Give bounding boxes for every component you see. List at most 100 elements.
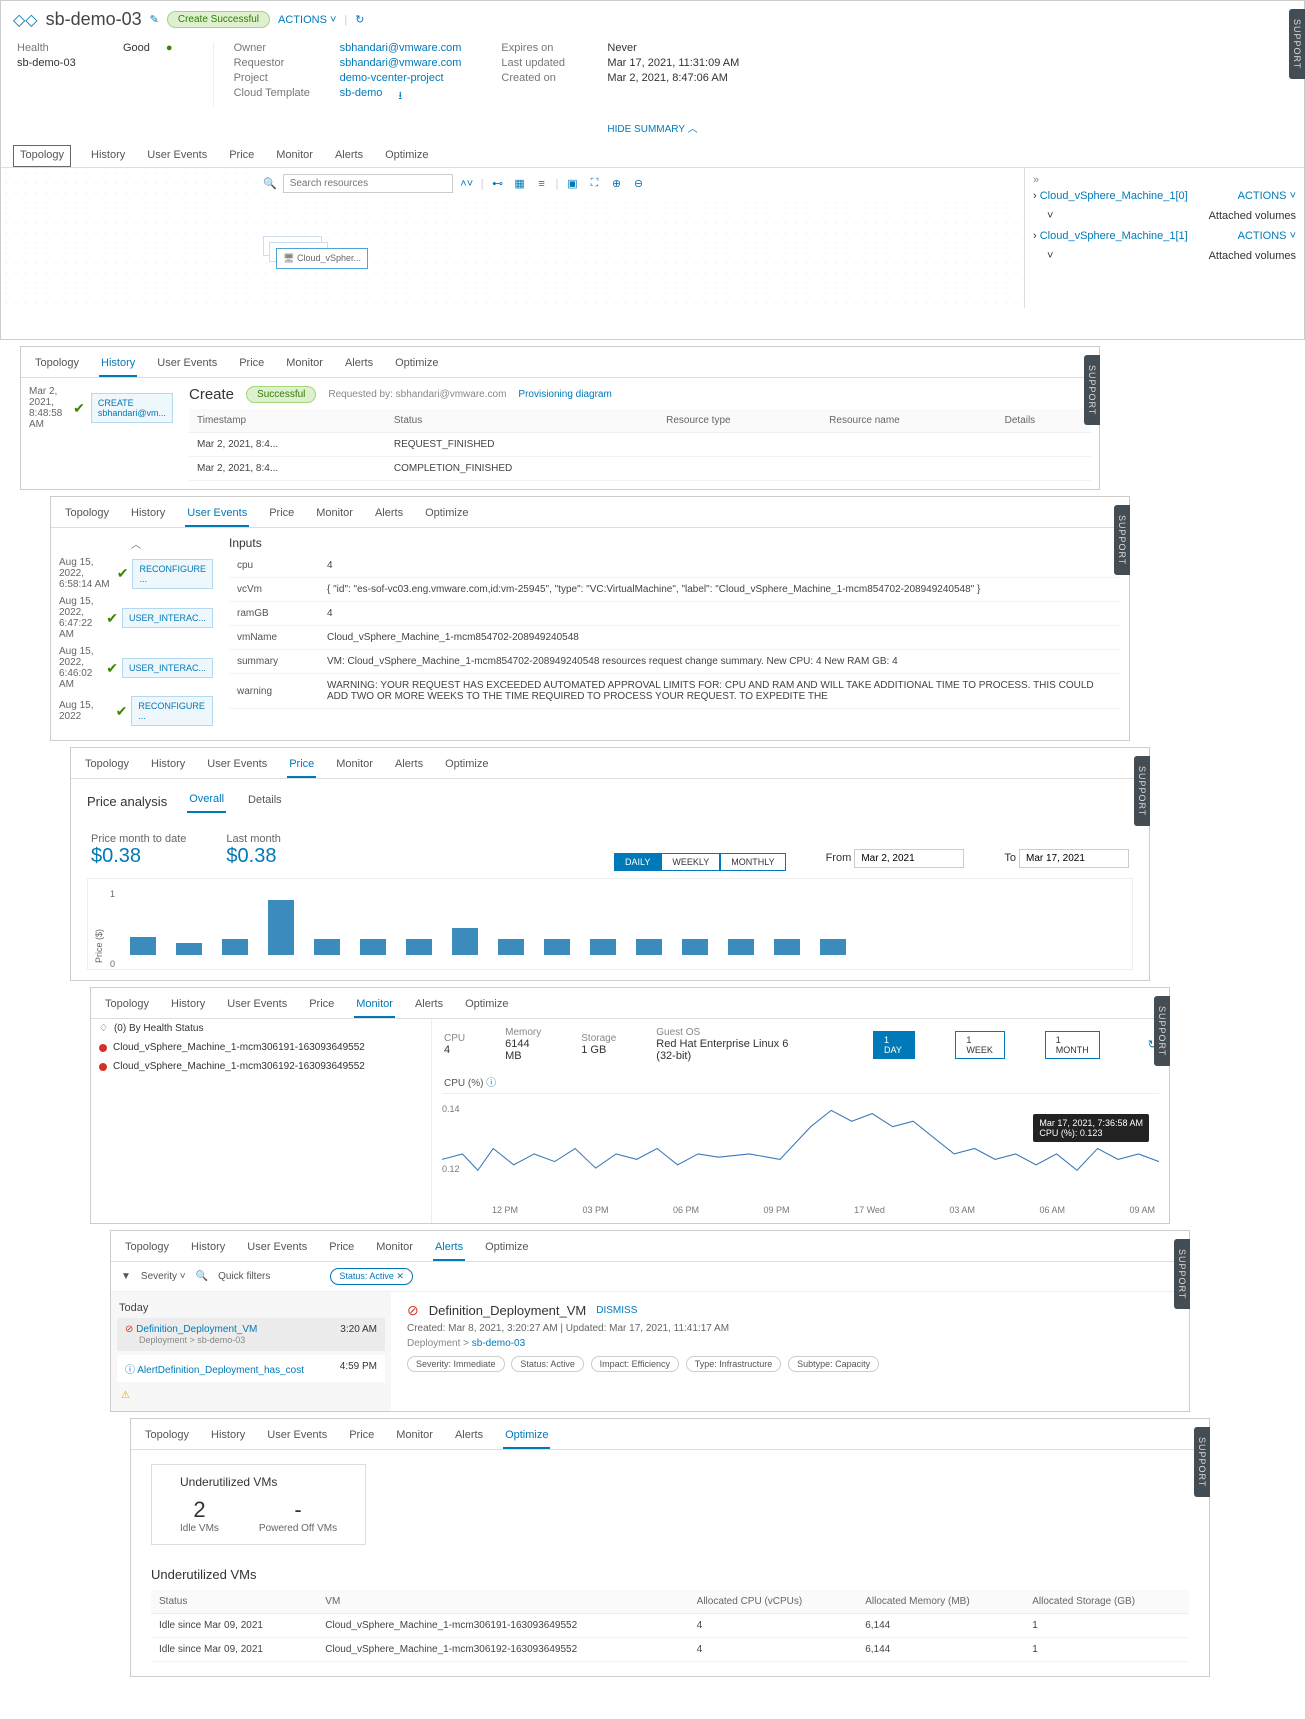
tree-item[interactable]: Cloud_vSphere_Machine_1[1]: [1040, 230, 1188, 242]
filter-icon[interactable]: ▼: [121, 1271, 131, 1282]
tab-optimize[interactable]: Optimize: [483, 1237, 530, 1261]
tab-monitor[interactable]: Monitor: [354, 994, 395, 1018]
quick-filters[interactable]: Quick filters: [218, 1271, 270, 1282]
chevron-up-down-icon[interactable]: ˄˅: [459, 178, 475, 190]
subtab-details[interactable]: Details: [246, 790, 284, 812]
tab-history[interactable]: History: [169, 994, 207, 1018]
tab-optimize[interactable]: Optimize: [443, 754, 490, 778]
tab-history[interactable]: History: [209, 1425, 247, 1449]
to-date-input[interactable]: [1019, 849, 1129, 868]
dismiss-button[interactable]: DISMISS: [596, 1305, 637, 1316]
tab-history[interactable]: History: [89, 145, 127, 167]
tab-alerts[interactable]: Alerts: [413, 994, 445, 1018]
tab-history[interactable]: History: [149, 754, 187, 778]
tab-optimize[interactable]: Optimize: [383, 145, 430, 167]
tab-optimize[interactable]: Optimize: [423, 503, 470, 527]
vm-list-item[interactable]: Cloud_vSphere_Machine_1-mcm306191-163093…: [91, 1038, 431, 1057]
support-tab[interactable]: SUPPORT: [1154, 996, 1170, 1066]
tab-monitor[interactable]: Monitor: [394, 1425, 435, 1449]
tab-price[interactable]: Price: [237, 353, 266, 377]
seg-weekly[interactable]: WEEKLY: [661, 853, 720, 871]
tab-user-events[interactable]: User Events: [225, 994, 289, 1018]
tab-alerts[interactable]: Alerts: [433, 1237, 465, 1261]
tab-topology[interactable]: Topology: [143, 1425, 191, 1449]
tree-group[interactable]: Attached volumes: [1209, 210, 1296, 222]
range-month[interactable]: 1 MONTH: [1045, 1031, 1100, 1059]
tab-optimize[interactable]: Optimize: [503, 1425, 550, 1449]
tab-history[interactable]: History: [129, 503, 167, 527]
tree-group[interactable]: Attached volumes: [1209, 250, 1296, 262]
tab-optimize[interactable]: Optimize: [393, 353, 440, 377]
edit-icon[interactable]: ✎: [150, 13, 159, 26]
actions-dropdown[interactable]: ACTIONS ˅: [278, 14, 336, 26]
collapse-tree-icon[interactable]: »: [1033, 174, 1296, 186]
graph-view-icon[interactable]: ⊷: [490, 177, 506, 190]
canvas-node[interactable]: 🖥 Cloud_vSpher...: [276, 248, 368, 269]
support-tab[interactable]: SUPPORT: [1134, 756, 1150, 826]
event-box[interactable]: RECONFIGURE ...: [131, 696, 213, 726]
tab-user-events[interactable]: User Events: [205, 754, 269, 778]
tab-monitor[interactable]: Monitor: [274, 145, 315, 167]
tab-optimize[interactable]: Optimize: [463, 994, 510, 1018]
support-tab[interactable]: SUPPORT: [1194, 1427, 1210, 1497]
template-link[interactable]: sb-demo: [340, 87, 383, 106]
subtab-overall[interactable]: Overall: [187, 789, 226, 813]
support-tab[interactable]: SUPPORT: [1114, 505, 1130, 575]
tab-user-events[interactable]: User Events: [265, 1425, 329, 1449]
tab-history[interactable]: History: [189, 1237, 227, 1261]
tab-topology[interactable]: Topology: [63, 503, 111, 527]
tab-alerts[interactable]: Alerts: [373, 503, 405, 527]
tab-price[interactable]: Price: [267, 503, 296, 527]
tab-topology[interactable]: Topology: [103, 994, 151, 1018]
status-filter-chip[interactable]: Status: Active ✕: [330, 1268, 413, 1285]
range-day[interactable]: 1 DAY: [873, 1031, 915, 1059]
fit-icon[interactable]: ▣: [564, 177, 580, 190]
tab-price[interactable]: Price: [327, 1237, 356, 1261]
event-box[interactable]: RECONFIGURE ...: [132, 559, 213, 589]
tab-topology[interactable]: Topology: [83, 754, 131, 778]
support-tab[interactable]: SUPPORT: [1084, 355, 1100, 425]
tab-price[interactable]: Price: [307, 994, 336, 1018]
alert-list-item[interactable]: ⊘ Definition_Deployment_VM3:20 AM Deploy…: [117, 1318, 385, 1351]
tab-alerts[interactable]: Alerts: [453, 1425, 485, 1449]
seg-daily[interactable]: DAILY: [614, 853, 661, 871]
project-link[interactable]: demo-vcenter-project: [340, 72, 444, 84]
support-tab[interactable]: SUPPORT: [1289, 9, 1305, 79]
provisioning-diagram-link[interactable]: Provisioning diagram: [518, 389, 611, 400]
event-box[interactable]: USER_INTERAC...: [122, 658, 213, 678]
tab-user-events[interactable]: User Events: [145, 145, 209, 167]
search-input[interactable]: [283, 174, 453, 193]
zoom-out-icon[interactable]: ⊖: [630, 177, 646, 190]
tree-item[interactable]: Cloud_vSphere_Machine_1[0]: [1040, 190, 1188, 202]
event-box[interactable]: USER_INTERAC...: [122, 608, 213, 628]
tab-price[interactable]: Price: [347, 1425, 376, 1449]
tab-history[interactable]: History: [99, 353, 137, 377]
tab-alerts[interactable]: Alerts: [333, 145, 365, 167]
grid-view-icon[interactable]: ▦: [512, 177, 528, 190]
list-view-icon[interactable]: ≡: [534, 178, 550, 190]
hide-summary-toggle[interactable]: HIDE SUMMARY ︿: [1, 116, 1304, 139]
vm-list-item[interactable]: Cloud_vSphere_Machine_1-mcm306192-163093…: [91, 1057, 431, 1076]
tab-monitor[interactable]: Monitor: [284, 353, 325, 377]
tab-topology[interactable]: Topology: [13, 145, 71, 167]
tab-topology[interactable]: Topology: [123, 1237, 171, 1261]
tab-price[interactable]: Price: [227, 145, 256, 167]
info-icon[interactable]: ⓘ: [486, 1078, 496, 1089]
tab-alerts[interactable]: Alerts: [393, 754, 425, 778]
tab-user-events[interactable]: User Events: [245, 1237, 309, 1261]
tab-price[interactable]: Price: [287, 754, 316, 778]
tree-actions[interactable]: ACTIONS ˅: [1238, 190, 1296, 202]
refresh-icon[interactable]: ↻: [355, 13, 364, 26]
chevron-up-icon[interactable]: ︿: [59, 536, 213, 551]
tab-monitor[interactable]: Monitor: [334, 754, 375, 778]
tab-monitor[interactable]: Monitor: [314, 503, 355, 527]
health-filter[interactable]: (0) By Health Status: [114, 1023, 203, 1034]
tab-topology[interactable]: Topology: [33, 353, 81, 377]
reset-zoom-icon[interactable]: ⛶: [586, 177, 602, 190]
requestor-link[interactable]: sbhandari@vmware.com: [340, 57, 462, 69]
tab-monitor[interactable]: Monitor: [374, 1237, 415, 1261]
seg-monthly[interactable]: MONTHLY: [720, 853, 785, 871]
download-icon[interactable]: ⭳: [398, 87, 402, 106]
owner-link[interactable]: sbhandari@vmware.com: [340, 42, 462, 54]
range-week[interactable]: 1 WEEK: [955, 1031, 1004, 1059]
